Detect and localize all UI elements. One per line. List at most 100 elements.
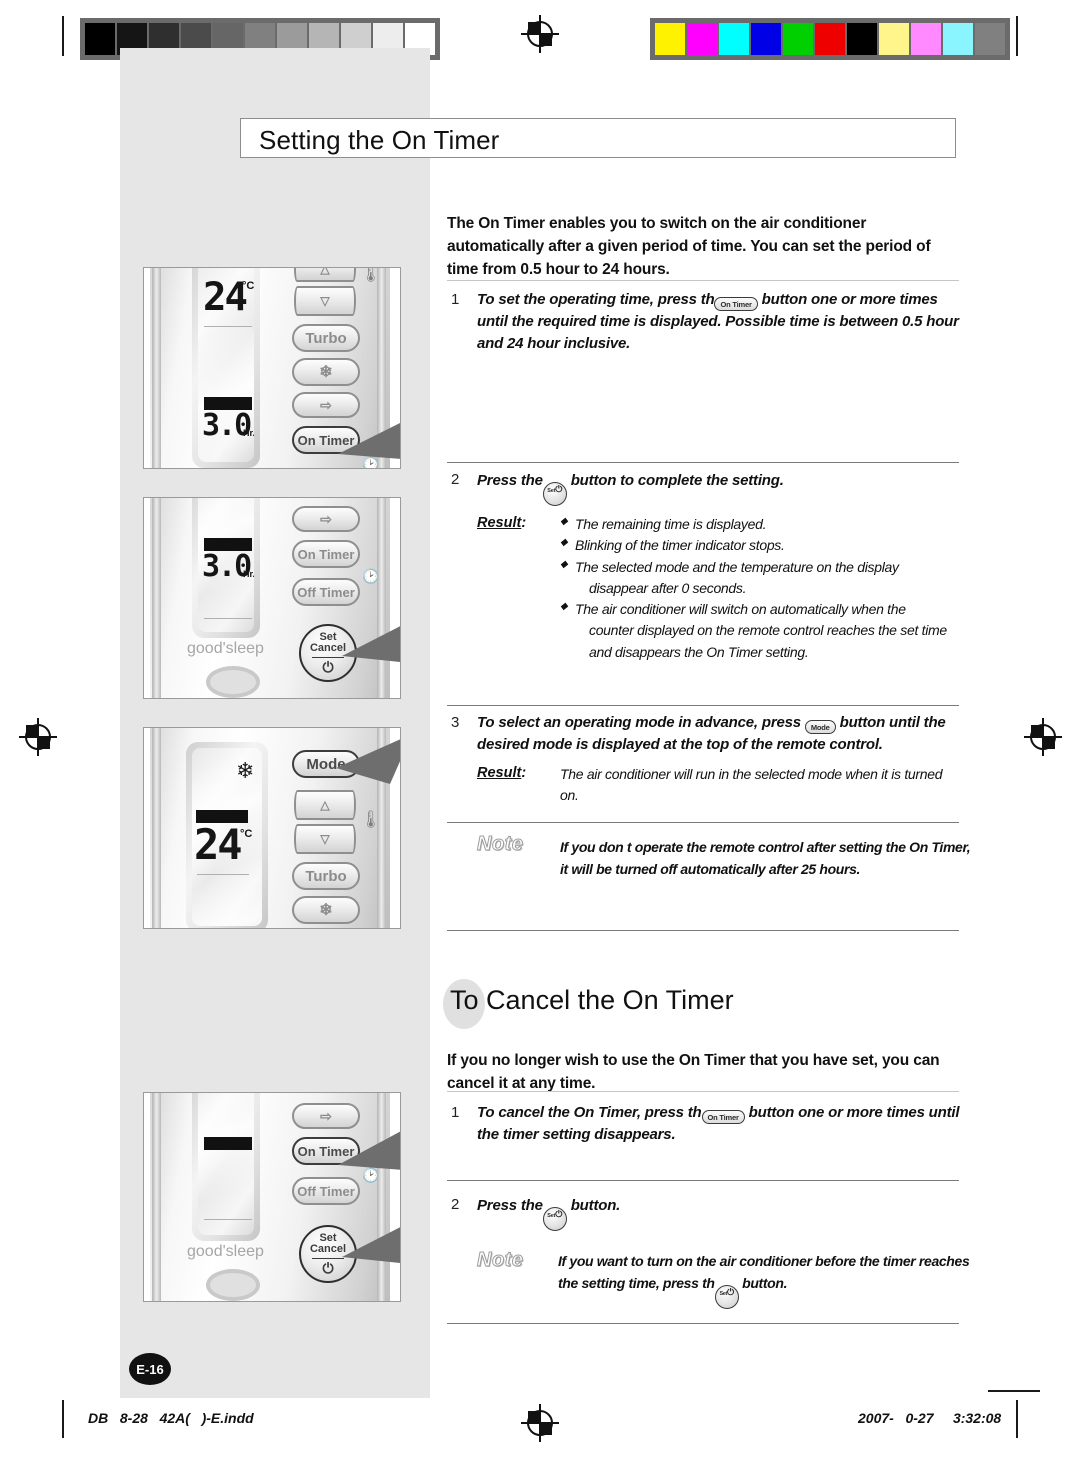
lcd-timer-indicator-bar xyxy=(204,1137,252,1150)
power-icon: ⏻ xyxy=(322,1259,334,1276)
fan-speed-button[interactable]: ❄ xyxy=(292,358,360,386)
page-title: Setting the On Timer xyxy=(259,125,500,155)
step-3-text: To select an operating mode in advance, … xyxy=(477,712,969,756)
result-bullet: The air conditioner will switch on autom… xyxy=(560,599,960,620)
power-key-icon: ⏻ xyxy=(555,1209,563,1219)
divider xyxy=(447,280,959,281)
registration-mark-right xyxy=(1024,718,1062,756)
temp-down-button[interactable]: ▽ xyxy=(294,286,356,316)
step-1-number: 1 xyxy=(451,291,460,308)
step-3-text-before: To select an operating mode in advance, … xyxy=(477,714,805,731)
step-1-text-before: To set the operating time, press th xyxy=(477,291,715,308)
result-body-step3: The air conditioner will run in the sele… xyxy=(560,766,943,804)
registration-mark-left xyxy=(19,718,57,756)
callout-arrow-set-cancel xyxy=(342,626,400,662)
remote-left-edge xyxy=(152,498,161,698)
on-timer-button[interactable]: On Timer xyxy=(292,540,360,568)
step-2-text-before: Press the xyxy=(477,472,543,489)
divider xyxy=(447,1091,959,1092)
divider xyxy=(447,705,959,706)
lcd-frame: 24 °C 3.0 Hr. xyxy=(192,268,260,468)
footer-timestamp: 2007- 0-27 3:32:08 xyxy=(858,1410,1002,1426)
power-icon: ⏻ xyxy=(322,658,334,675)
turbo-button[interactable]: Turbo xyxy=(292,324,360,352)
cancel-step-1-text-before: To cancel the On Timer, press th xyxy=(477,1104,702,1121)
remote-figure-3: ❄ 24 °C Mode △ ▽ 🌡 Turbo ❄ xyxy=(143,727,401,929)
note-bottom-line2-before: the setting time, press th xyxy=(558,1274,715,1291)
color-patch-10 xyxy=(975,23,1005,55)
fan-speed-button[interactable]: ❄ xyxy=(292,896,360,924)
note-label-top: Note xyxy=(476,833,524,856)
color-patch-8 xyxy=(911,23,941,55)
power-key-icon: ⏻ xyxy=(726,1286,734,1297)
lcd-screen: ❄ 24 °C xyxy=(192,748,262,926)
result-body-step2: The remaining time is displayed. Blinkin… xyxy=(560,514,960,663)
callout-arrow-set-cancel xyxy=(342,1227,400,1263)
registration-mark-top-center xyxy=(521,15,559,53)
lcd-temperature-value: 24 xyxy=(203,275,248,320)
result-bullet-continuation: and disappears the On Timer setting. xyxy=(589,643,809,660)
note-label-bottom: Note xyxy=(476,1249,524,1272)
gray-patch-0 xyxy=(85,23,115,55)
lcd-screen xyxy=(198,1093,254,1235)
page-number-badge: E-16 xyxy=(129,1353,171,1385)
step-2-text-after: button to complete the setting. xyxy=(566,472,784,489)
off-timer-button[interactable]: Off Timer xyxy=(292,578,360,606)
color-patch-4 xyxy=(783,23,813,55)
callout-arrow-on-timer xyxy=(338,1131,400,1170)
lcd-temperature-unit: °C xyxy=(240,828,253,840)
cancel-step-1-number: 1 xyxy=(451,1104,460,1121)
callout-arrow-on-timer xyxy=(338,423,400,459)
good-sleep-label: good'sleep xyxy=(187,1243,264,1260)
remote-left-edge xyxy=(152,268,161,468)
result-label-underlined: Result xyxy=(477,765,522,781)
page-title-bar: Setting the On Timer xyxy=(240,118,956,158)
lcd-temperature-value: 24 xyxy=(194,820,243,869)
cancel-step-2-text-after: button. xyxy=(566,1197,621,1214)
good-sleep-button[interactable] xyxy=(206,1269,260,1301)
lcd-timer-unit: Hr. xyxy=(243,428,254,438)
divider xyxy=(447,1323,959,1324)
cancel-step-2-text: Press theSet⏻ button. xyxy=(477,1195,969,1231)
temp-up-button[interactable]: △ xyxy=(294,790,356,820)
result-bullet-continuation: disappear after 0 seconds. xyxy=(589,579,747,596)
color-patch-2 xyxy=(719,23,749,55)
lcd-screen: 24 °C 3.0 Hr. xyxy=(198,268,254,462)
swing-button[interactable]: ⇨ xyxy=(292,506,360,532)
color-patch-5 xyxy=(815,23,845,55)
crop-mark-right xyxy=(1016,16,1018,56)
crop-mark-footer-right xyxy=(1016,1400,1018,1438)
cool-mode-snowflake-icon: ❄ xyxy=(236,758,255,783)
note-body-top: If you don t operate the remote control … xyxy=(560,839,971,877)
color-patch-7 xyxy=(879,23,909,55)
registration-mark-bottom-center xyxy=(521,1404,559,1442)
result-bullet: The remaining time is displayed. xyxy=(560,514,960,535)
cancel-section-intro: If you no longer wish to use the On Time… xyxy=(447,1052,940,1092)
lcd-frame: ❄ 24 °C xyxy=(186,742,268,928)
temp-down-button[interactable]: ▽ xyxy=(294,824,356,854)
color-patch-9 xyxy=(943,23,973,55)
color-patch-3 xyxy=(751,23,781,55)
turbo-button[interactable]: Turbo xyxy=(292,862,360,890)
callout-arrow-mode xyxy=(336,739,400,784)
note-body-bottom: If you want to turn on the air condition… xyxy=(558,1251,978,1309)
divider xyxy=(447,462,959,463)
lcd-timer-unit: Hr. xyxy=(243,569,254,579)
temp-up-button[interactable]: △ xyxy=(294,268,356,282)
power-key-icon: ⏻ xyxy=(555,484,563,494)
divider xyxy=(447,1180,959,1181)
cancel-step-2-text-before: Press the xyxy=(477,1197,543,1214)
note-bottom-line1: If you want to turn on the air condition… xyxy=(558,1253,970,1269)
remote-figure-4: good'sleep ⇨ On Timer 🕑 Off Timer Set Ca… xyxy=(143,1092,401,1302)
set-cancel-key-icon: Set⏻ xyxy=(714,1284,739,1309)
footer-filename: DB 8-28 42A( )-E.indd xyxy=(88,1410,254,1426)
good-sleep-button[interactable] xyxy=(206,666,260,698)
remote-left-edge xyxy=(152,1093,161,1301)
off-timer-button[interactable]: Off Timer xyxy=(292,1177,360,1205)
good-sleep-label: good'sleep xyxy=(187,640,264,657)
on-timer-key-icon: On Timer xyxy=(714,297,758,311)
crop-mark-top-right-corner xyxy=(988,1390,1040,1392)
result-label-step3: Result: xyxy=(477,765,527,781)
color-control-bar xyxy=(650,18,1010,60)
cancel-step-2-number: 2 xyxy=(451,1196,460,1213)
